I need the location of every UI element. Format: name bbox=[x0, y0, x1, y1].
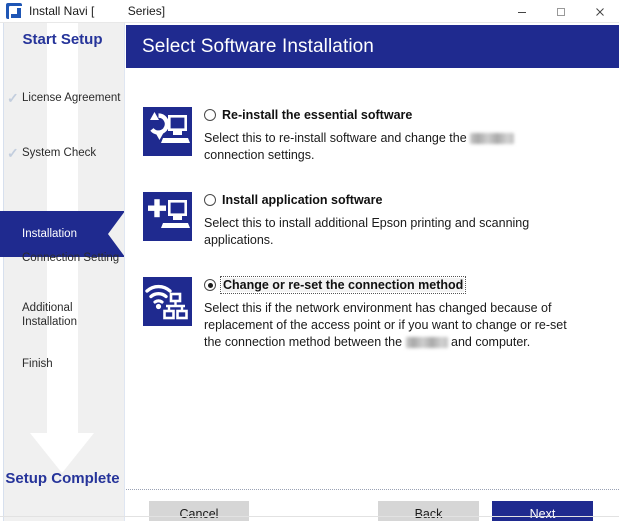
sidebar-item-system-check[interactable]: ✓ System Check bbox=[0, 144, 124, 161]
sidebar-item-license-agreement[interactable]: ✓ License Agreement bbox=[0, 89, 124, 106]
reinstall-software-icon bbox=[143, 107, 192, 156]
sidebar-heading: Start Setup bbox=[22, 31, 103, 48]
window-title: Install Navi [ Series] bbox=[29, 4, 166, 18]
footer-divider bbox=[126, 489, 619, 490]
description-text-after: connection settings. bbox=[204, 148, 315, 162]
option-label: Change or re-set the connection method bbox=[219, 276, 467, 294]
redacted-printer-name bbox=[405, 337, 448, 348]
redacted-printer-name bbox=[470, 133, 515, 144]
description-text-after: and computer. bbox=[447, 335, 531, 349]
check-icon: ✓ bbox=[7, 144, 19, 161]
close-icon[interactable] bbox=[580, 0, 619, 23]
epson-e-icon bbox=[6, 3, 23, 20]
description-text-before: Select this to re-install software and c… bbox=[204, 131, 471, 145]
maximize-icon[interactable] bbox=[541, 0, 580, 23]
option-label: Re-install the essential software bbox=[222, 108, 413, 122]
minimize-icon[interactable] bbox=[502, 0, 541, 23]
option-label: Install application software bbox=[222, 193, 383, 207]
sidebar-item-additional-installation[interactable]: Additional Installation bbox=[0, 301, 124, 330]
window-controls bbox=[502, 0, 619, 23]
option-install-application-software[interactable]: Install application software Select this… bbox=[126, 192, 619, 249]
sidebar-item-label: Finish bbox=[22, 358, 53, 370]
network-connection-icon bbox=[143, 277, 192, 326]
page-title: Select Software Installation bbox=[142, 35, 374, 57]
sidebar-item-label: Additional Installation bbox=[22, 302, 77, 329]
option-description: Select this if the network environment h… bbox=[204, 300, 576, 351]
sidebar-item-label: License Agreement bbox=[22, 92, 121, 104]
cancel-button[interactable]: Cancel bbox=[149, 501, 249, 521]
option-reinstall-essential-software[interactable]: Re-install the essential software Select… bbox=[126, 107, 619, 164]
sidebar-item-connection-setting[interactable]: Connection Setting bbox=[0, 251, 124, 265]
next-button[interactable]: Next bbox=[492, 501, 593, 521]
sidebar-item-label: Installation bbox=[22, 227, 77, 240]
option-description: Select this to install additional Epson … bbox=[204, 216, 530, 247]
window-bottom-edge bbox=[0, 516, 619, 517]
radio-install-application-software[interactable] bbox=[204, 194, 216, 206]
setup-progress-sidebar: Start Setup ✓ License Agreement ✓ System… bbox=[0, 23, 125, 521]
install-navi-window: Install Navi [ Series] Start Setup ✓ Lic… bbox=[0, 0, 619, 521]
sidebar-item-finish[interactable]: Finish bbox=[0, 357, 124, 371]
footer-buttons: Cancel Back Next bbox=[126, 497, 619, 521]
sidebar-item-label: Connection Setting bbox=[22, 252, 120, 264]
page-header: Select Software Installation bbox=[126, 25, 619, 68]
options-list: Re-install the essential software Select… bbox=[126, 69, 619, 479]
sidebar-item-label: System Check bbox=[22, 147, 97, 159]
option-description: Select this to re-install software and c… bbox=[204, 130, 576, 164]
add-application-icon bbox=[143, 192, 192, 241]
radio-reinstall-essential-software[interactable] bbox=[204, 109, 216, 121]
radio-change-connection-method[interactable] bbox=[204, 279, 216, 291]
titlebar: Install Navi [ Series] bbox=[0, 0, 619, 23]
progress-arrow-head bbox=[30, 433, 94, 473]
option-change-connection-method[interactable]: Change or re-set the connection method S… bbox=[126, 276, 619, 351]
back-button[interactable]: Back bbox=[378, 501, 479, 521]
check-icon: ✓ bbox=[7, 89, 19, 106]
sidebar-footer-heading: Setup Complete bbox=[5, 470, 120, 487]
main-panel: Select Software Installation Re-install … bbox=[126, 23, 619, 521]
